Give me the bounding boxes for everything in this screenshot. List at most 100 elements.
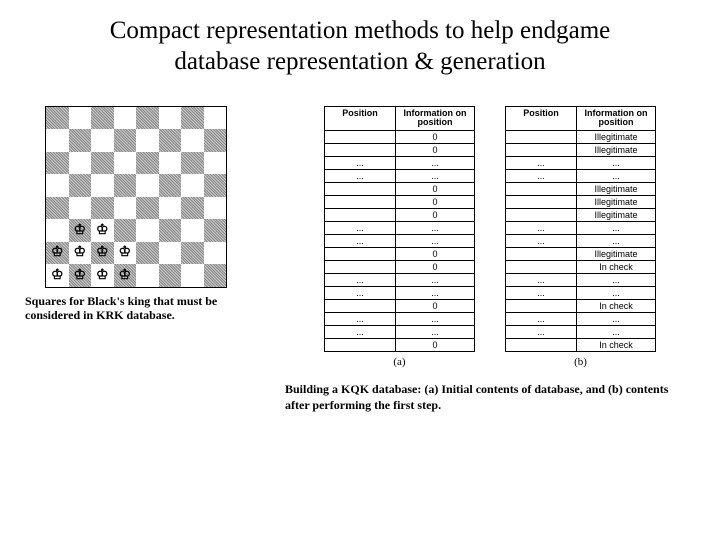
square: ♔ (46, 264, 69, 287)
square (204, 174, 227, 197)
square: ♔ (69, 264, 92, 287)
table-row: ...... (505, 222, 656, 235)
square: ♔ (114, 242, 137, 265)
table-row: Illegitimate (505, 196, 656, 209)
square (136, 264, 159, 287)
table-row: 0 (324, 339, 475, 352)
square (91, 129, 114, 152)
table-row: 0 (324, 209, 475, 222)
square (204, 197, 227, 220)
square (204, 219, 227, 242)
table-row: ...... (505, 157, 656, 170)
square (69, 129, 92, 152)
table-row: ...... (324, 170, 475, 183)
square (181, 264, 204, 287)
table-row: In check (505, 339, 656, 352)
table-row: Illegitimate (505, 131, 656, 144)
table-row: ...... (505, 326, 656, 339)
table-row: ...... (505, 313, 656, 326)
square (114, 129, 137, 152)
king-icon: ♔ (71, 266, 90, 285)
table-row: Illegitimate (505, 248, 656, 261)
king-icon: ♔ (48, 266, 67, 285)
square (204, 242, 227, 265)
table-row: Illegitimate (505, 183, 656, 196)
square (181, 107, 204, 130)
square (136, 197, 159, 220)
king-icon: ♔ (71, 244, 90, 263)
square (46, 107, 69, 130)
square (114, 174, 137, 197)
king-icon: ♔ (71, 221, 90, 240)
table-b: PositionInformation on position Illegiti… (505, 106, 656, 353)
square (136, 219, 159, 242)
table-row: ...... (505, 170, 656, 183)
square (69, 197, 92, 220)
square (159, 242, 182, 265)
square (46, 129, 69, 152)
square (91, 197, 114, 220)
square (114, 197, 137, 220)
square (46, 152, 69, 175)
square (159, 219, 182, 242)
square: ♔ (46, 242, 69, 265)
th-info: Information on position (396, 107, 474, 131)
square (136, 174, 159, 197)
table-row: ...... (324, 222, 475, 235)
square (204, 107, 227, 130)
th-position: Position (325, 107, 396, 131)
square (46, 174, 69, 197)
square (159, 174, 182, 197)
king-icon: ♔ (116, 244, 135, 263)
square (181, 197, 204, 220)
table-row: ...... (324, 157, 475, 170)
table-row: ...... (324, 274, 475, 287)
square (181, 152, 204, 175)
table-row: 0 (324, 183, 475, 196)
square (204, 129, 227, 152)
table-row: 0 (324, 261, 475, 274)
square (136, 242, 159, 265)
tables-caption: Building a KQK database: (a) Initial con… (280, 382, 700, 413)
square: ♔ (69, 242, 92, 265)
chessboard: ♔♔♔♔♔♔♔♔♔♔ (45, 106, 227, 288)
table-row: ...... (324, 326, 475, 339)
th-position: Position (506, 107, 577, 131)
square (136, 129, 159, 152)
square (204, 264, 227, 287)
square (159, 129, 182, 152)
table-row: In check (505, 261, 656, 274)
square (91, 152, 114, 175)
board-caption: Squares for Black's king that must be co… (20, 294, 270, 323)
square (159, 197, 182, 220)
square (181, 242, 204, 265)
king-icon: ♔ (116, 266, 135, 285)
square (69, 107, 92, 130)
square (159, 152, 182, 175)
square (91, 107, 114, 130)
king-icon: ♔ (48, 244, 67, 263)
table-row: Illegitimate (505, 144, 656, 157)
table-row: ...... (505, 235, 656, 248)
square (91, 174, 114, 197)
table-row: ...... (505, 274, 656, 287)
square (181, 174, 204, 197)
square (159, 107, 182, 130)
square: ♔ (69, 219, 92, 242)
table-row: In check (505, 300, 656, 313)
square (114, 219, 137, 242)
square: ♔ (91, 219, 114, 242)
label-a: (a) (324, 356, 475, 368)
square (46, 219, 69, 242)
table-row: ...... (324, 287, 475, 300)
th-info: Information on position (577, 107, 655, 131)
table-row: 0 (324, 196, 475, 209)
table-row: 0 (324, 300, 475, 313)
square (136, 152, 159, 175)
square (181, 219, 204, 242)
square (46, 197, 69, 220)
square (69, 174, 92, 197)
square (204, 152, 227, 175)
square (159, 264, 182, 287)
square (114, 152, 137, 175)
